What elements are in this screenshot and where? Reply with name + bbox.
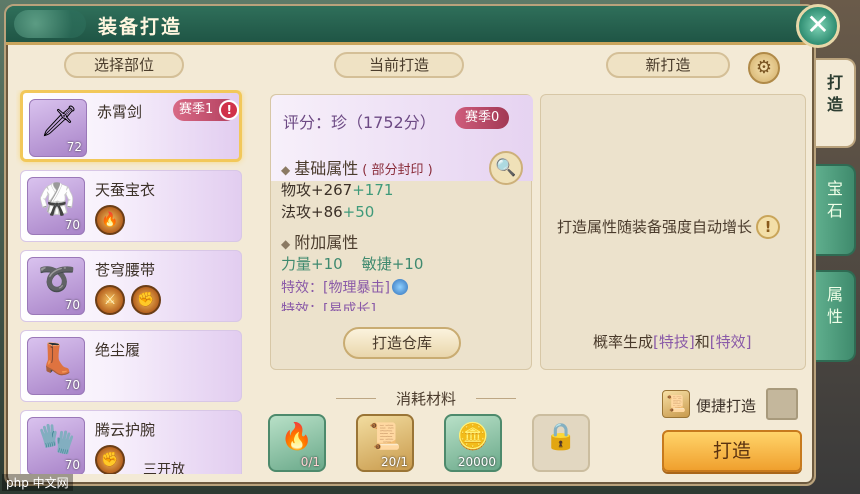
title-ornament-icon	[14, 10, 86, 38]
tab-attributes[interactable]: 属 性	[816, 270, 856, 362]
lock-icon: 🔒	[544, 422, 578, 452]
equipment-name: 绝尘履	[95, 341, 141, 359]
settings-button[interactable]: ⚙	[748, 52, 780, 84]
equipment-list[interactable]: 🗡 72 赤霄剑 赛季1! 🥋 70 天蚕宝衣 🔥 ➰ 70 苍穹腰带 ⚔ ✊ 👢 70…	[16, 90, 248, 474]
gem-slot-icon: ⚔	[95, 285, 125, 315]
season-badge: 赛季1!	[173, 99, 240, 121]
sealed-note: ( 部分封印 )	[362, 163, 433, 178]
equipment-item-armor[interactable]: 🥋 70 天蚕宝衣 🔥	[20, 170, 242, 242]
select-part-header: 选择部位	[64, 52, 184, 78]
title-bar: 装备打造	[6, 6, 818, 45]
materials-header: 消耗材料	[336, 388, 516, 409]
current-forge-panel: 评分：珍（1752分） 赛季0 ◆ 基础属性( 部分封印 ) 🔍 物攻+267+1…	[270, 94, 533, 370]
close-button[interactable]: ✕	[796, 4, 840, 48]
slot-status-label: 三开放	[143, 462, 185, 474]
sword-icon: 🗡 72	[29, 99, 87, 157]
equipment-name: 腾云护腕	[95, 421, 156, 439]
probability-text: 概率生成[特技]和[特效]	[593, 333, 752, 351]
gear-icon: ⚙	[755, 57, 773, 78]
effect-info-icon	[391, 279, 408, 295]
effect-line: 特效：[易成长]	[281, 302, 376, 311]
material-slot-scroll[interactable]: 📜 20/1	[356, 414, 414, 472]
tab-gem[interactable]: 宝 石	[816, 164, 856, 256]
new-forge-panel: 打造属性随装备强度自动增长! 概率生成[特技]和[特效]	[540, 94, 806, 370]
close-icon: ✕	[806, 8, 830, 41]
new-forge-hint: 打造属性随装备强度自动增长!	[557, 215, 781, 239]
gem-slot-icon: ✊	[95, 445, 125, 474]
equipment-item-sword[interactable]: 🗡 72 赤霄剑 赛季1!	[20, 90, 242, 162]
fire-orb-icon: 🔥	[280, 422, 314, 452]
season-badge: 赛季0	[455, 107, 510, 129]
stat-physical-attack: 物攻+267+171	[281, 181, 394, 199]
score-text: 评分：珍（1752分）	[283, 113, 436, 132]
gem-slot-icon: 🔥	[95, 205, 125, 235]
quick-forge-label: 便捷打造	[696, 397, 757, 415]
equipment-name: 赤霄剑	[97, 103, 143, 121]
window-title: 装备打造	[98, 16, 183, 38]
coin-icon: 🪙	[456, 422, 490, 452]
tab-forge[interactable]: 打 造	[816, 58, 856, 148]
material-slot-fire-orb[interactable]: 🔥 0/1	[268, 414, 326, 472]
quick-forge-checkbox[interactable]	[766, 388, 798, 420]
diamond-bullet-icon: ◆	[281, 237, 291, 251]
effect-line: 特效：[物理暴击]	[281, 277, 408, 297]
alert-icon: !	[219, 100, 240, 120]
armor-icon: 🥋 70	[27, 177, 85, 235]
bracer-icon: 🧤 70	[27, 417, 85, 474]
equipment-name: 苍穹腰带	[95, 261, 156, 279]
boots-icon: 👢 70	[27, 337, 85, 395]
material-slot-locked: 🔒	[532, 414, 590, 472]
watermark: php 中文网	[2, 474, 73, 491]
extra-stats: 力量+10 敏捷+10	[281, 255, 424, 273]
info-icon[interactable]: !	[756, 215, 781, 239]
new-forge-header: 新打造	[606, 52, 730, 78]
forge-panel: 装备打造 选择部位 当前打造 新打造 🗡 72 赤霄剑 赛季1! 🥋 70 天蚕宝衣…	[4, 4, 818, 486]
belt-icon: ➰ 70	[27, 257, 85, 315]
quick-forge-icon: 📜	[662, 390, 690, 418]
current-forge-header: 当前打造	[334, 52, 464, 78]
material-slot-coin[interactable]: 🪙 20000	[444, 414, 502, 472]
equipment-item-bracer[interactable]: 🧤 70 腾云护腕 ✊ 三开放	[20, 410, 242, 474]
gem-slot-icon: ✊	[131, 285, 161, 315]
equipment-item-belt[interactable]: ➰ 70 苍穹腰带 ⚔ ✊	[20, 250, 242, 322]
forge-warehouse-button[interactable]: 打造仓库	[343, 327, 461, 359]
base-attributes-title: ◆ 基础属性( 部分封印 )	[281, 159, 433, 178]
stat-magic-attack: 法攻+86+50	[281, 203, 375, 221]
scroll-icon: 📜	[368, 422, 402, 452]
equipment-name: 天蚕宝衣	[95, 181, 156, 199]
forge-button[interactable]: 打造	[662, 430, 802, 472]
diamond-bullet-icon: ◆	[281, 163, 291, 177]
search-button[interactable]: 🔍	[489, 151, 523, 185]
search-icon: 🔍	[495, 158, 517, 178]
extra-attributes-title: ◆ 附加属性	[281, 233, 359, 252]
equipment-item-boots[interactable]: 👢 70 绝尘履	[20, 330, 242, 402]
